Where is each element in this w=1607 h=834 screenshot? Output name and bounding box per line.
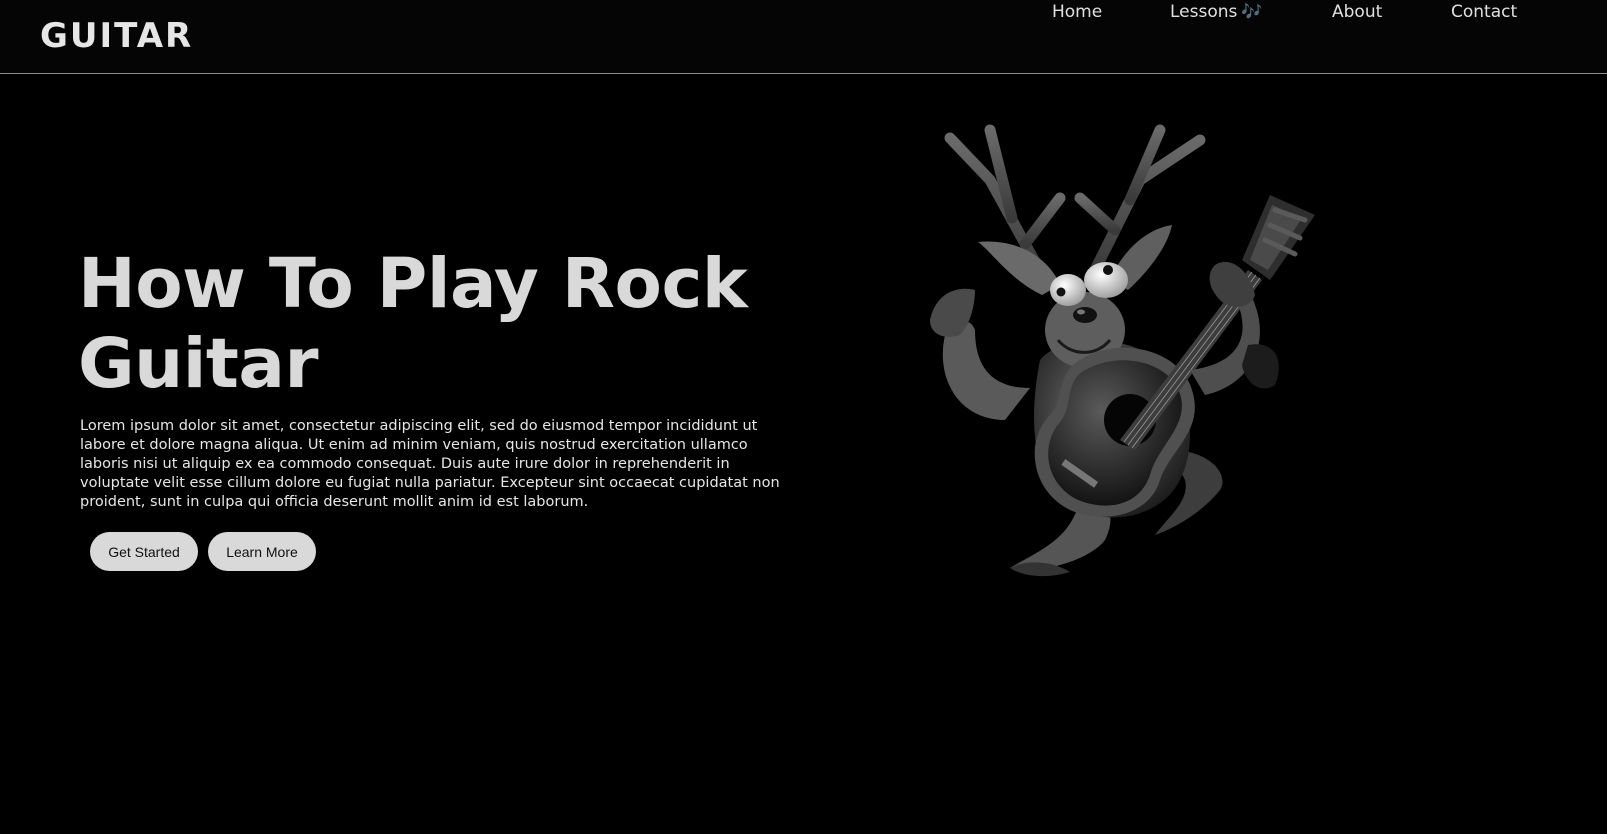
nav-lessons-link[interactable]: Lessons 🎶 <box>1170 0 1263 24</box>
hero-title: How To Play Rock Guitar <box>78 244 748 404</box>
nav-home-link[interactable]: Home <box>1052 0 1102 24</box>
hero-description: Lorem ipsum dolor sit amet, consectetur … <box>80 418 780 510</box>
left-eye <box>1050 274 1086 306</box>
reindeer-guitar-illustration <box>930 124 1315 577</box>
learn-more-button[interactable]: Learn More <box>208 532 316 571</box>
antlers <box>944 124 1206 286</box>
music-notes-icon: 🎶 <box>1241 2 1263 22</box>
nav-about-link[interactable]: About <box>1332 0 1382 24</box>
nav-lessons-label: Lessons <box>1170 2 1238 22</box>
right-hand <box>1209 261 1255 307</box>
left-ear <box>978 241 1060 295</box>
site-logo[interactable]: GUITAR <box>40 16 193 56</box>
get-started-button[interactable]: Get Started <box>90 532 198 571</box>
nav-contact-link[interactable]: Contact <box>1451 0 1517 24</box>
reindeer-nose <box>1073 307 1097 323</box>
top-navbar: GUITAR Home Lessons 🎶 About Contact <box>0 0 1607 74</box>
